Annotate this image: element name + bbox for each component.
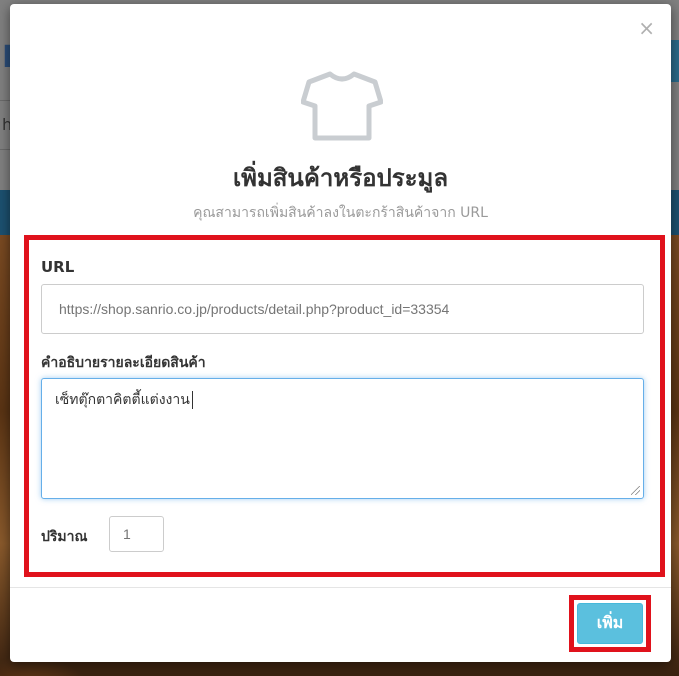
quantity-input[interactable]: [109, 516, 164, 552]
footer-divider: [10, 587, 671, 588]
text-cursor: [191, 391, 193, 409]
modal-subtitle: คุณสามารถเพิ่มสินค้าลงในตะกร้าสินค้าจาก …: [193, 205, 488, 221]
add-button[interactable]: เพิ่ม: [577, 603, 643, 644]
description-textarea[interactable]: เซ็ทตุ๊กตาคิตตี้แต่งงาน: [41, 378, 644, 499]
close-button[interactable]: ×: [638, 18, 655, 38]
url-label: URL: [41, 258, 75, 276]
add-button-highlight: เพิ่ม: [569, 595, 651, 652]
url-input[interactable]: [41, 284, 644, 334]
product-form-highlight: URL คำอธิบายรายละเอียดสินค้า เซ็ทตุ๊กตาค…: [24, 235, 665, 577]
resize-grip-icon[interactable]: [631, 486, 640, 495]
modal-title: เพิ่มสินค้าหรือประมูล: [232, 164, 449, 192]
tshirt-icon: [300, 68, 384, 142]
description-label: คำอธิบายรายละเอียดสินค้า: [41, 355, 206, 371]
quantity-label: ปริมาณ: [41, 529, 88, 545]
add-product-modal: × เพิ่มสินค้าหรือประมูล คุณสามารถเพิ่มสิ…: [10, 4, 671, 662]
description-text: เซ็ทตุ๊กตาคิตตี้แต่งงาน: [55, 392, 190, 408]
